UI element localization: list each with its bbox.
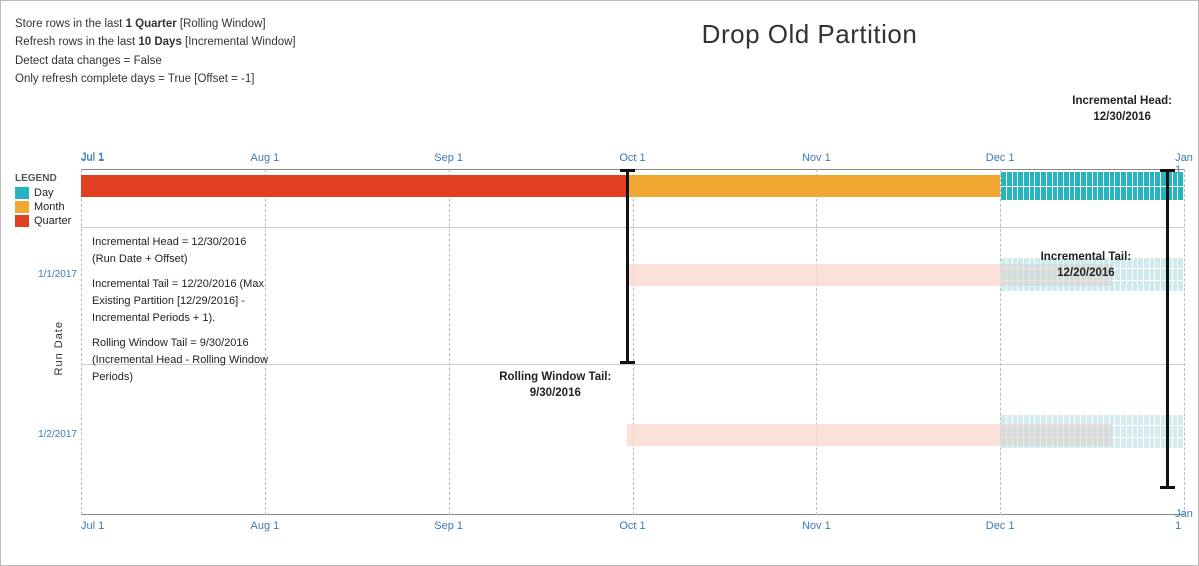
quarter-bar <box>81 175 627 197</box>
axis-top-jul1: Jul 1 <box>81 152 104 164</box>
axis-top-sep1: Sep 1 <box>434 152 463 164</box>
row-label-2: 1/2/2017 <box>5 429 77 440</box>
axis-bot-sep1: Sep 1 <box>434 520 463 532</box>
timeline-area: Jul 1 Jul 1 Aug 1 Sep 1 Oct 1 Nov 1 Dec … <box>81 149 1184 535</box>
info-line1: Store rows in the last 1 Quarter [Rollin… <box>15 15 296 33</box>
vline-jul1 <box>81 169 82 515</box>
run-date-label: Run Date <box>53 321 65 375</box>
axis-top-dec1: Dec 1 <box>986 152 1015 164</box>
day-tiles-top <box>1000 171 1184 201</box>
vline-oct1 <box>633 169 634 515</box>
legend-label-quarter: Quarter <box>34 215 71 227</box>
axis-bot-nov1: Nov 1 <box>802 520 831 532</box>
legend-label-month: Month <box>34 201 65 213</box>
axis-bot-oct1: Oct 1 <box>619 520 645 532</box>
month-bar <box>627 175 1000 197</box>
axis-bot-dec1: Dec 1 <box>986 520 1015 532</box>
legend-label-day: Day <box>34 187 54 199</box>
ann-line2: (Run Date + Offset) <box>92 251 478 268</box>
axis-top-oct1: Oct 1 <box>619 152 645 164</box>
ibeam-dec30 <box>1166 169 1169 489</box>
month-swatch <box>15 201 29 213</box>
ann-line7: (Incremental Head - Rolling Window <box>92 352 478 369</box>
ann-line5: Incremental Periods + 1). <box>92 310 478 327</box>
vline-dec1 <box>1000 169 1001 515</box>
info-line4: Only refresh complete days = True [Offse… <box>15 70 296 88</box>
info-line3: Detect data changes = False <box>15 52 296 70</box>
axis-bot-aug1: Aug 1 <box>250 520 279 532</box>
day-swatch <box>15 187 29 199</box>
quarter-swatch <box>15 215 29 227</box>
inc-head-top-label: Incremental Head:12/30/2016 <box>1072 93 1172 125</box>
ann-line1: Incremental Head = 12/30/2016 <box>92 234 478 251</box>
ann-line6: Rolling Window Tail = 9/30/2016 <box>92 335 478 352</box>
page-title: Drop Old Partition <box>421 19 1198 50</box>
hline-1 <box>81 227 1184 228</box>
axis-top-aug1: Aug 1 <box>250 152 279 164</box>
info-block: Store rows in the last 1 Quarter [Rollin… <box>15 15 296 89</box>
incremental-tail-label-row1: Incremental Tail:12/20/2016 <box>1041 249 1132 281</box>
ibeam-oct1 <box>626 169 629 364</box>
row-label-1: 1/1/2017 <box>5 269 77 280</box>
rolling-window-tail-label: Rolling Window Tail:9/30/2016 <box>499 369 611 401</box>
ann-line8: Periods) <box>92 369 478 386</box>
ann-line3: Incremental Tail = 12/20/2016 (Max <box>92 276 478 293</box>
left-annotation: Incremental Head = 12/30/2016 (Run Date … <box>92 234 478 386</box>
axis-bot-jul1: Jul 1 <box>81 520 104 532</box>
vline-nov1 <box>816 169 817 515</box>
day-tiles-row2 <box>1000 414 1184 449</box>
axis-top-nov1: Nov 1 <box>802 152 831 164</box>
vline-jan1 <box>1184 169 1185 515</box>
ann-line4: Existing Partition [12/29/2016] - <box>92 293 478 310</box>
info-line2: Refresh rows in the last 10 Days [Increm… <box>15 33 296 51</box>
